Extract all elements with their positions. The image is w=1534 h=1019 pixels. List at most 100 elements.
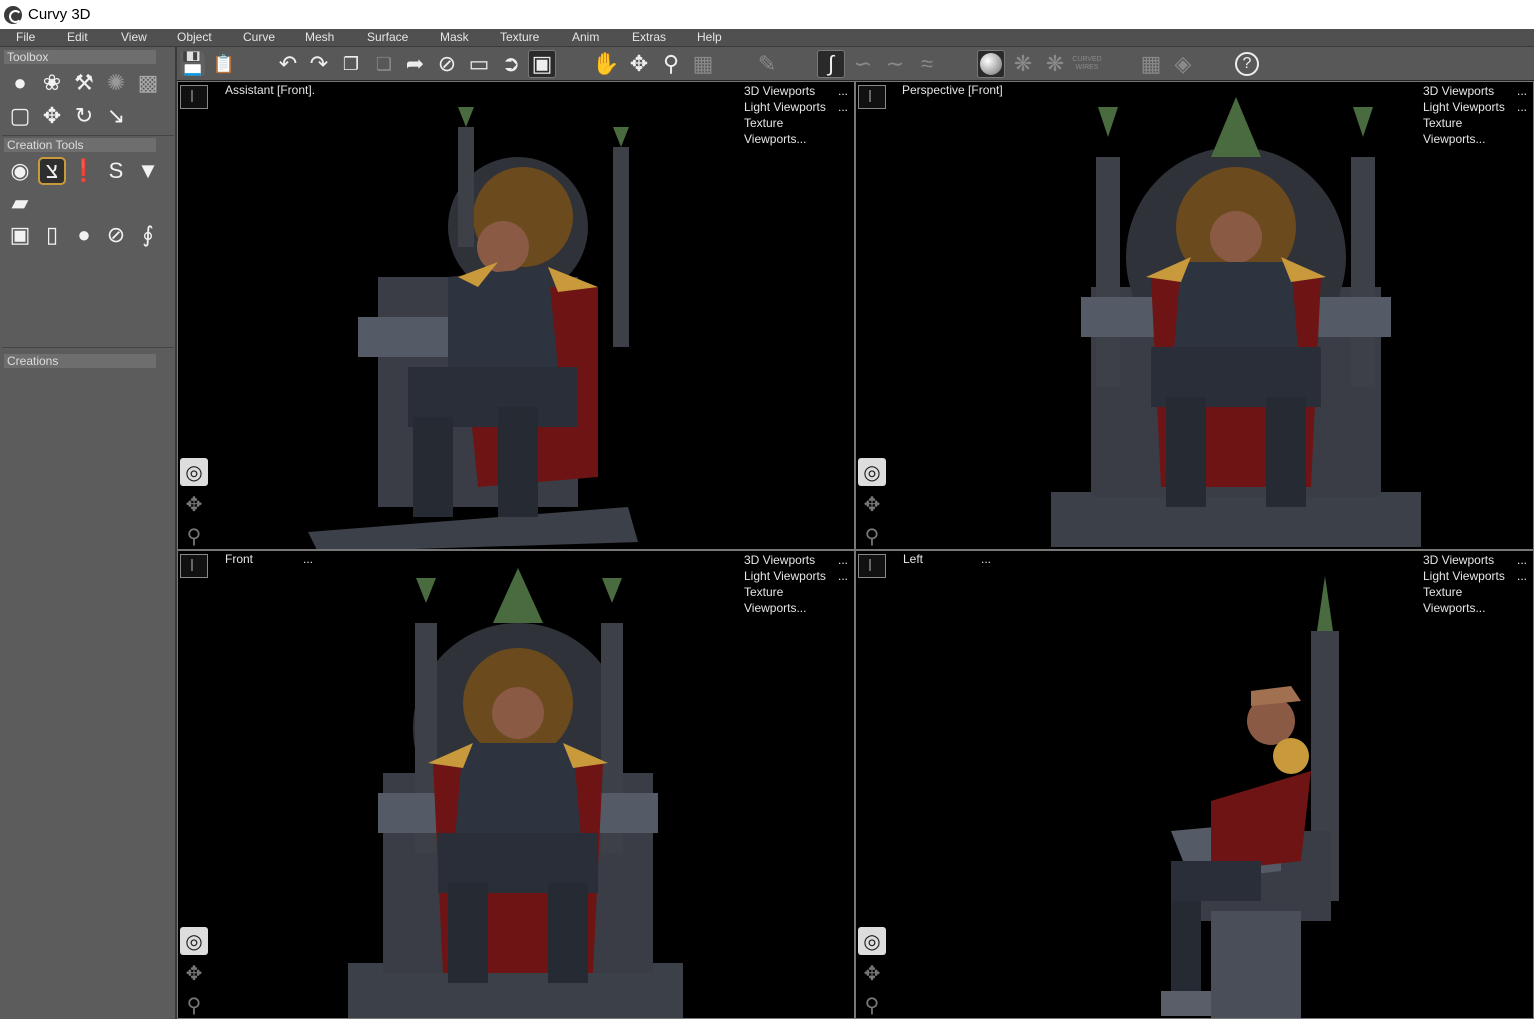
viewport-max-icon[interactable] [858, 554, 886, 578]
menu-mesh[interactable]: Mesh [305, 30, 334, 44]
curve-shape-tool-icon[interactable]: צ [38, 157, 66, 185]
render-tool-icon[interactable]: ▩ [134, 69, 162, 97]
menu-mask[interactable]: Mask [440, 30, 469, 44]
leg-tool-icon[interactable]: ❗ [70, 157, 98, 185]
rotate-tool-icon[interactable]: ↻ [70, 102, 98, 130]
shaded-sphere-icon[interactable] [977, 50, 1005, 78]
menu-extras[interactable]: Extras [632, 30, 666, 44]
zoom-icon[interactable]: ⚲ [180, 991, 208, 1018]
menu-3d-viewports[interactable]: 3D Viewports [744, 552, 815, 568]
sphere-primitive-icon[interactable]: ● [70, 221, 98, 249]
viewport-max-icon[interactable] [180, 85, 208, 109]
menu-3d-viewports[interactable]: 3D Viewports [1423, 552, 1494, 568]
viewport-max-icon[interactable] [180, 554, 208, 578]
wire-sphere-icon[interactable]: ❋ [1009, 50, 1037, 78]
cube-primitive-icon[interactable]: ▣ [6, 221, 34, 249]
particles-tool-icon[interactable]: ✺ [102, 69, 130, 97]
curve-wave-icon[interactable]: ≈ [913, 50, 941, 78]
orbit-icon[interactable]: ◎ [858, 458, 886, 486]
diamond-view-icon[interactable]: ◈ [1169, 50, 1197, 78]
throne-model [1051, 97, 1421, 547]
bone-primitive-icon[interactable]: ⊘ [102, 221, 130, 249]
hammer-tool-icon[interactable]: ⚒ [70, 69, 98, 97]
app-logo-icon [4, 5, 22, 24]
lasso-select-icon[interactable]: ➲ [497, 50, 525, 78]
viewport-front[interactable]: Front ... 3D Viewports... Light Viewport… [177, 550, 855, 1019]
menu-view[interactable]: View [121, 30, 147, 44]
menu-light-viewports[interactable]: Light Viewports [744, 99, 826, 115]
menu-3d-viewports[interactable]: 3D Viewports [1423, 83, 1494, 99]
select-arrow-icon[interactable]: ➦ [401, 50, 429, 78]
curve-edit-icon[interactable]: ∼ [881, 50, 909, 78]
curve-smooth-icon[interactable]: ∽ [849, 50, 877, 78]
viewport-options-dots[interactable]: ... [303, 552, 313, 566]
viewport-menu: 3D Viewports... Light Viewports... Textu… [1423, 552, 1527, 616]
curved-wires-icon[interactable]: CURVED WIRES [1072, 50, 1101, 78]
smudge-tool-icon[interactable]: ❀ [38, 69, 66, 97]
orbit-icon[interactable]: ◎ [180, 927, 208, 955]
zoom-icon[interactable]: ⚲ [858, 991, 886, 1018]
tube-primitive-icon[interactable]: ∮ [134, 221, 162, 249]
grid-view-icon[interactable]: ▦ [1137, 50, 1165, 78]
s-tool-icon[interactable]: S [102, 157, 130, 185]
pan-icon[interactable]: ✥ [180, 490, 208, 518]
menu-light-viewports[interactable]: Light Viewports [1423, 568, 1505, 584]
viewport-assistant[interactable]: Assistant [Front]. 3D Viewports... Light… [177, 81, 855, 550]
menu-texture-viewports[interactable]: Texture Viewports... [744, 115, 848, 147]
cloth-tool-icon[interactable]: ▰ [6, 189, 34, 217]
cup-tool-icon[interactable]: ▼ [134, 157, 162, 185]
save-as-icon[interactable]: 📋 [210, 50, 238, 78]
copy-icon[interactable]: ❐ [337, 50, 365, 78]
menu-object[interactable]: Object [177, 30, 212, 44]
window-title: Curvy 3D [28, 6, 91, 23]
creations-title: Creations [4, 354, 156, 368]
menu-edit[interactable]: Edit [67, 30, 88, 44]
menu-help[interactable]: Help [697, 30, 722, 44]
viewport-left[interactable]: Left ... 3D Viewports... Light Viewports… [855, 550, 1534, 1019]
move-tool-icon[interactable]: ✥ [38, 102, 66, 130]
menu-texture-viewports[interactable]: Texture Viewports... [744, 584, 848, 616]
menu-light-viewports[interactable]: Light Viewports [1423, 99, 1505, 115]
menu-file[interactable]: File [16, 30, 35, 44]
move-view-icon[interactable]: ✥ [625, 50, 653, 78]
viewport-perspective[interactable]: Perspective [Front] 3D Viewports... Ligh… [855, 81, 1534, 550]
paste-icon[interactable]: ❏ [370, 50, 398, 78]
edit-curve-icon[interactable]: ✎ [753, 50, 781, 78]
grid-icon[interactable]: ▦ [689, 50, 717, 78]
pan-icon[interactable]: ✥ [858, 490, 886, 518]
deselect-icon[interactable]: ⊘ [433, 50, 461, 78]
scale-tool-icon[interactable]: ↘ [102, 102, 130, 130]
menu-texture-viewports[interactable]: Texture Viewports... [1423, 115, 1527, 147]
undo-icon[interactable]: ↶ [274, 50, 302, 78]
viewport-max-icon[interactable] [858, 85, 886, 109]
menu-surface[interactable]: Surface [367, 30, 408, 44]
pan-icon[interactable]: ✥ [180, 959, 208, 987]
menu-texture[interactable]: Texture [500, 30, 539, 44]
help-icon[interactable]: ? [1233, 50, 1261, 78]
zoom-icon[interactable]: ⚲ [657, 50, 685, 78]
wire-sphere-2-icon[interactable]: ❋ [1041, 50, 1069, 78]
curve-draw-icon[interactable]: ∫ [817, 50, 845, 78]
cylinder-primitive-icon[interactable]: ▯ [38, 221, 66, 249]
viewport-options-dots[interactable]: ... [981, 552, 991, 566]
mask-select-icon[interactable]: ▣ [528, 50, 556, 78]
pan-icon[interactable]: ✥ [858, 959, 886, 987]
zoom-icon[interactable]: ⚲ [180, 522, 208, 549]
rect-select-icon[interactable]: ▭ [465, 50, 493, 78]
menu-curve[interactable]: Curve [243, 30, 275, 44]
orbit-icon[interactable]: ◎ [858, 927, 886, 955]
redo-icon[interactable]: ↷ [305, 50, 333, 78]
zoom-icon[interactable]: ⚲ [858, 522, 886, 549]
main-toolbar: 💾 📋 ↶ ↷ ❐ ❏ ➦ ⊘ ▭ ➲ ▣ ✋ ✥ ⚲ ▦ ✎ ∫ ∽ ∼ ≈ … [177, 47, 1534, 81]
save-icon[interactable]: 💾 [179, 50, 207, 78]
blob-tool-icon[interactable]: ● [6, 69, 34, 97]
menu-texture-viewports[interactable]: Texture Viewports... [1423, 584, 1527, 616]
viewport-menu: 3D Viewports... Light Viewports... Textu… [744, 83, 848, 147]
pot-tool-icon[interactable]: ◉ [6, 157, 34, 185]
box-tool-icon[interactable]: ▢ [6, 102, 34, 130]
orbit-icon[interactable]: ◎ [180, 458, 208, 486]
menu-light-viewports[interactable]: Light Viewports [744, 568, 826, 584]
pan-hand-icon[interactable]: ✋ [592, 50, 620, 78]
menu-3d-viewports[interactable]: 3D Viewports [744, 83, 815, 99]
menu-anim[interactable]: Anim [572, 30, 599, 44]
